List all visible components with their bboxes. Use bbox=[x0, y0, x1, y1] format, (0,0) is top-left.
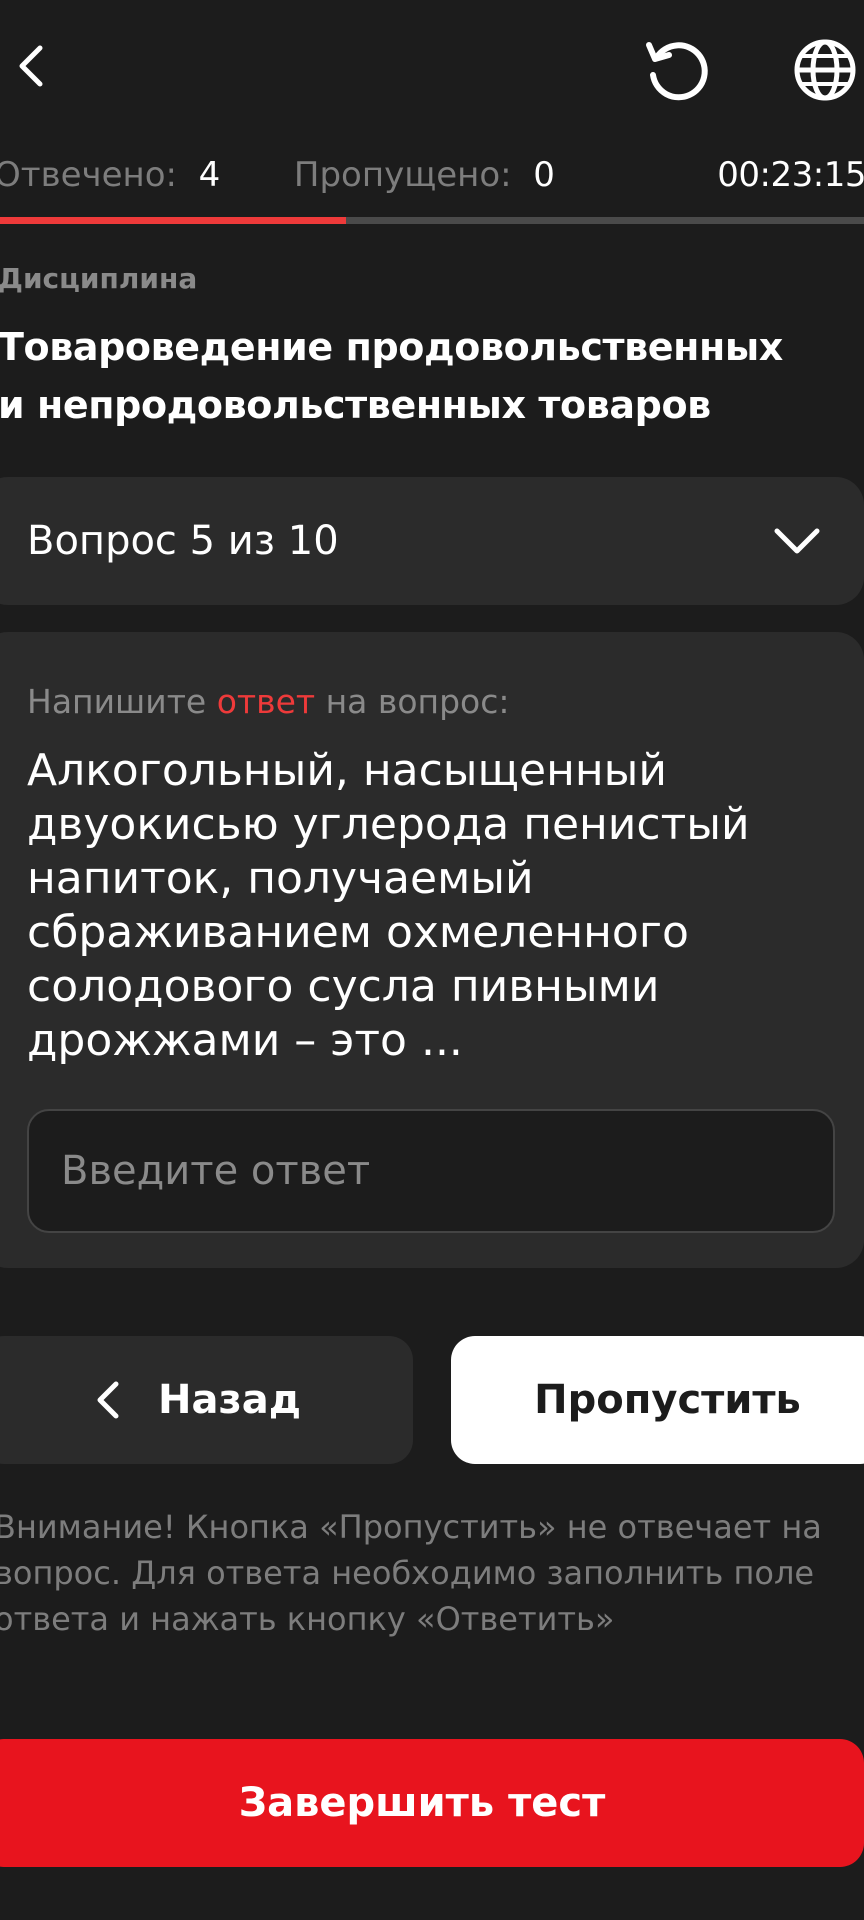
progress-bar bbox=[0, 217, 864, 224]
question-selector-label: Вопрос 5 из 10 bbox=[27, 518, 339, 564]
answered-count: 4 bbox=[198, 155, 221, 195]
skipped-count: 0 bbox=[533, 155, 555, 195]
instruction-text-after: на вопрос: bbox=[315, 682, 510, 721]
chevron-down-icon bbox=[774, 528, 820, 554]
question-instruction: Напишите ответ на вопрос: bbox=[27, 682, 510, 721]
back-button[interactable]: Назад bbox=[0, 1336, 413, 1464]
answer-input[interactable] bbox=[27, 1109, 835, 1233]
timer: 00:23:15 bbox=[717, 155, 864, 195]
chevron-left-icon bbox=[19, 45, 43, 87]
question-selector[interactable]: Вопрос 5 из 10 bbox=[0, 477, 864, 605]
back-icon-button[interactable] bbox=[0, 30, 60, 102]
skip-warning: Внимание! Кнопка «Пропустить» не отвечае… bbox=[0, 1508, 822, 1638]
finish-test-label: Завершить тест bbox=[238, 1780, 606, 1826]
chevron-left-icon bbox=[97, 1381, 119, 1419]
discipline-title: Товароведение продовольственных и непрод… bbox=[0, 325, 783, 427]
test-screen: Отвечено: 4 Пропущено: 0 00:23:15 Дисцип… bbox=[0, 0, 864, 1920]
finish-test-button[interactable]: Завершить тест bbox=[0, 1739, 864, 1867]
back-button-label: Назад bbox=[157, 1377, 301, 1423]
skip-button-label: Пропустить bbox=[534, 1377, 801, 1423]
reset-button[interactable] bbox=[636, 30, 716, 110]
progress-fill bbox=[0, 217, 346, 224]
skip-button[interactable]: Пропустить bbox=[451, 1336, 864, 1464]
language-button[interactable] bbox=[786, 30, 864, 110]
skipped-label: Пропущено: bbox=[293, 155, 512, 195]
discipline-label: Дисциплина bbox=[0, 262, 198, 295]
instruction-accent: ответ bbox=[216, 682, 316, 721]
globe-icon bbox=[794, 39, 856, 101]
refresh-icon bbox=[646, 42, 708, 101]
answered-label: Отвечено: bbox=[0, 155, 178, 195]
question-text: Алкогольный, насыщенный двуокисью углеро… bbox=[27, 745, 750, 1066]
instruction-text-before: Напишите bbox=[27, 682, 217, 721]
question-card: Напишите ответ на вопрос: Алкогольный, н… bbox=[0, 632, 864, 1268]
test-stats: Отвечено: 4 Пропущено: 0 00:23:15 bbox=[0, 150, 864, 200]
